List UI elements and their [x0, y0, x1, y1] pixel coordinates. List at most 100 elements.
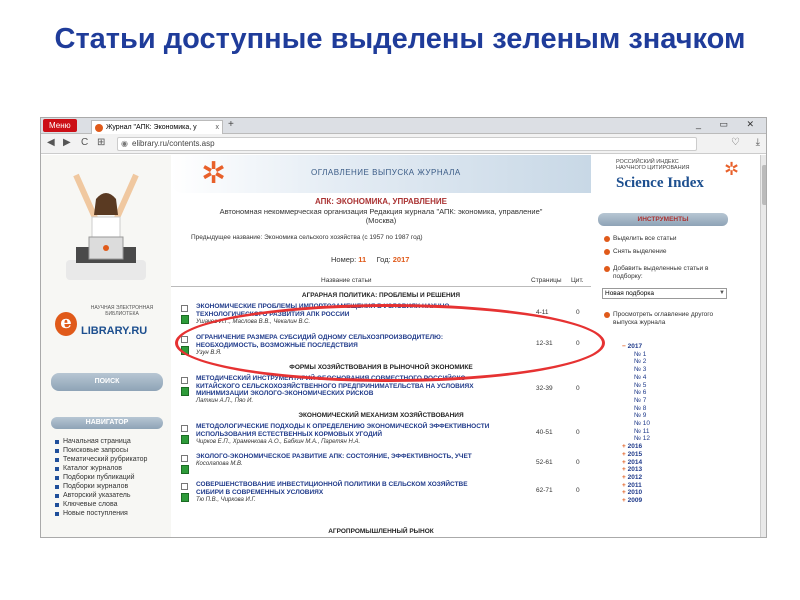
- column-header-pages: Страницы: [531, 277, 562, 284]
- heart-icon[interactable]: ♡: [731, 137, 740, 148]
- nav-item[interactable]: Новые поступления: [55, 509, 170, 518]
- download-icon[interactable]: ⤓: [756, 137, 760, 148]
- article-checkbox[interactable]: [181, 483, 188, 490]
- divider: [171, 286, 591, 287]
- year-node[interactable]: + 2014: [622, 459, 650, 467]
- speed-dial-icon[interactable]: ⊞: [97, 137, 105, 148]
- issue-tree: − 2017 № 1 № 2 № 3 № 4 № 5 № 6 № 7 № 8 №…: [622, 343, 650, 505]
- rinc-line: НАУЧНОГО ЦИТИРОВАНИЯ: [616, 165, 690, 171]
- issue-link[interactable]: № 3: [622, 366, 650, 374]
- article-authors[interactable]: Чирков Е.П., Храменкова А.О., Бабкин М.А…: [196, 439, 360, 445]
- issue-link[interactable]: № 11: [622, 428, 650, 436]
- page-scrollbar[interactable]: [760, 155, 766, 537]
- browser-menu-button[interactable]: Меню: [43, 119, 77, 132]
- issue-link[interactable]: № 9: [622, 412, 650, 420]
- banner-title: ОГЛАВЛЕНИЕ ВЫПУСКА ЖУРНАЛА: [311, 168, 461, 177]
- navigator-list: Начальная страница Поисковые запросы Тем…: [55, 437, 170, 518]
- issue-year: 2017: [392, 255, 410, 264]
- issue-link[interactable]: № 5: [622, 382, 650, 390]
- nav-item[interactable]: Подборки журналов: [55, 482, 170, 491]
- year-node-expanded[interactable]: − 2017: [622, 343, 650, 351]
- scrollbar-thumb[interactable]: [762, 165, 766, 205]
- year-label: 2014: [627, 458, 643, 466]
- issue-link[interactable]: № 10: [622, 420, 650, 428]
- year-label: 2009: [627, 497, 643, 505]
- issue-label: Номер:: [331, 255, 357, 264]
- article-authors[interactable]: Латкин А.П., Пяо И.: [196, 398, 253, 404]
- full-text-available-icon[interactable]: [181, 387, 189, 396]
- article-checkbox[interactable]: [181, 455, 188, 462]
- article-pages: 40-51: [536, 429, 553, 436]
- issue-link[interactable]: № 7: [622, 397, 650, 405]
- year-node[interactable]: + 2013: [622, 466, 650, 474]
- article-citations: 0: [576, 487, 580, 494]
- unselect-link[interactable]: Снять выделение: [604, 248, 667, 256]
- new-tab-icon[interactable]: +: [228, 119, 234, 130]
- select-all-link[interactable]: Выделить все статьи: [604, 235, 676, 243]
- tab-journal[interactable]: Журнал "АПК: Экономика, у x: [91, 120, 223, 134]
- issue-link[interactable]: № 8: [622, 405, 650, 413]
- article-title-link[interactable]: ЭКОЛОГО-ЭКОНОМИЧЕСКОЕ РАЗВИТИЕ АПК: СОСТ…: [196, 453, 496, 461]
- slide-title: Статьи доступные выделены зеленым значко…: [54, 23, 746, 55]
- url-input[interactable]: ◉ elibrary.ru/contents.asp: [117, 137, 697, 151]
- mascot-girl-image: [66, 173, 146, 280]
- article-authors[interactable]: Косолапова М.В.: [196, 461, 243, 467]
- right-column: РОССИЙСКИЙ ИНДЕКС НАУЧНОГО ЦИТИРОВАНИЯ S…: [594, 155, 766, 537]
- elibrary-logo-icon[interactable]: e: [55, 312, 77, 336]
- article-title-link[interactable]: СОВЕРШЕНСТВОВАНИЕ ИНВЕСТИЦИОННОЙ ПОЛИТИК…: [196, 481, 496, 496]
- issue-link[interactable]: № 1: [622, 351, 650, 359]
- forward-icon[interactable]: ▶: [63, 137, 71, 148]
- issue-link[interactable]: № 4: [622, 374, 650, 382]
- issue-link[interactable]: № 12: [622, 435, 650, 443]
- highlight-oval: [175, 304, 605, 382]
- nav-item[interactable]: Авторский указатель: [55, 491, 170, 500]
- year-node[interactable]: + 2015: [622, 451, 650, 459]
- tools-header: ИНСТРУМЕНТЫ: [598, 213, 728, 226]
- reload-icon[interactable]: C: [81, 137, 88, 148]
- navigator-header: НАВИГАТОР: [51, 417, 163, 429]
- article-checkbox[interactable]: [181, 305, 188, 312]
- article-row: СОВЕРШЕНСТВОВАНИЕ ИНВЕСТИЦИОННОЙ ПОЛИТИК…: [171, 479, 591, 517]
- article-title-link[interactable]: МЕТОДОЛОГИЧЕСКИЕ ПОДХОДЫ К ОПРЕДЕЛЕНИЮ Э…: [196, 423, 496, 438]
- year-node[interactable]: + 2011: [622, 482, 650, 490]
- science-index-logo[interactable]: Science Index: [616, 175, 704, 192]
- search-button[interactable]: ПОИСК: [51, 373, 163, 391]
- nav-item[interactable]: Подборки публикаций: [55, 473, 170, 482]
- year-node[interactable]: + 2010: [622, 489, 650, 497]
- nav-item[interactable]: Начальная страница: [55, 437, 170, 446]
- logo-caption: НАУЧНАЯ ЭЛЕКТРОННАЯ БИБЛИОТЕКА: [90, 305, 154, 317]
- issue-link[interactable]: № 6: [622, 389, 650, 397]
- article-authors[interactable]: Тю П.В., Чиркова И.Г.: [196, 497, 256, 503]
- full-text-available-icon[interactable]: [181, 315, 189, 324]
- year-node[interactable]: + 2012: [622, 474, 650, 482]
- article-citations: 0: [576, 459, 580, 466]
- article-checkbox[interactable]: [181, 425, 188, 432]
- back-icon[interactable]: ◀: [47, 137, 55, 148]
- full-text-available-icon[interactable]: [181, 493, 189, 502]
- full-text-available-icon[interactable]: [181, 465, 189, 474]
- close-tab-icon[interactable]: x: [216, 121, 220, 134]
- nav-item[interactable]: Поисковые запросы: [55, 446, 170, 455]
- add-to-collection-link[interactable]: Добавить выделенные статьи в подборку:: [604, 265, 724, 281]
- article-citations: 0: [576, 429, 580, 436]
- asterisk-logo-icon: ✲: [724, 159, 740, 179]
- rinc-caption: РОССИЙСКИЙ ИНДЕКС НАУЧНОГО ЦИТИРОВАНИЯ: [616, 159, 690, 171]
- nav-item[interactable]: Ключевые слова: [55, 500, 170, 509]
- asterisk-logo-icon: ✲: [201, 157, 227, 190]
- collection-select[interactable]: Новая подборка ▼: [602, 288, 727, 299]
- logo-text[interactable]: LIBRARY.RU: [81, 325, 147, 337]
- globe-icon: ◉: [121, 139, 128, 148]
- nav-item[interactable]: Тематический рубрикатор: [55, 455, 170, 464]
- window-controls[interactable]: _ ▭ ✕: [696, 119, 762, 130]
- year-node[interactable]: + 2009: [622, 497, 650, 505]
- nav-item[interactable]: Каталог журналов: [55, 464, 170, 473]
- full-text-available-icon[interactable]: [181, 435, 189, 444]
- article-checkbox[interactable]: [181, 377, 188, 384]
- journal-title[interactable]: АПК: ЭКОНОМИКА, УПРАВЛЕНИЕ: [171, 197, 591, 206]
- collection-select-value: Новая подборка: [605, 290, 654, 297]
- column-header-title: Название статьи: [321, 277, 372, 284]
- issue-link[interactable]: № 2: [622, 358, 650, 366]
- year-label: 2012: [627, 473, 643, 481]
- year-node[interactable]: + 2016: [622, 443, 650, 451]
- view-other-issue-link[interactable]: Просмотреть оглавление другого выпуска ж…: [604, 311, 729, 327]
